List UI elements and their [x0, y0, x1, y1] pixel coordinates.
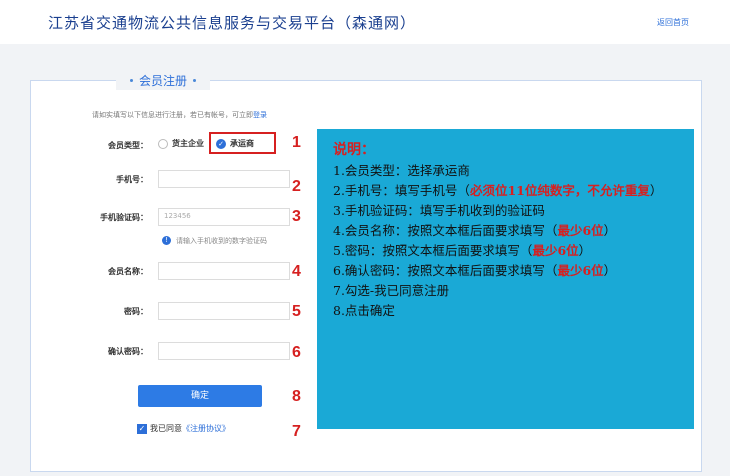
- legend-dot-icon: [130, 78, 133, 82]
- step-marker: 8: [292, 388, 301, 405]
- explanation-box: 说明： 1.会员类型：选择承运商 2.手机号：填写手机号（必须位11位纯数字，不…: [317, 129, 694, 429]
- explain-line: 7.勾选-我已同意注册: [333, 283, 450, 298]
- legend-dot-icon: [193, 78, 197, 82]
- explain-title: 说明：: [333, 142, 375, 158]
- radio-shipper[interactable]: [158, 138, 168, 149]
- explain-line: 2.手机号：填写手机号（必须位11位纯数字，不允许重复）: [333, 183, 663, 198]
- member-name-label: 会员名称：: [108, 267, 148, 276]
- confirm-password-input[interactable]: [158, 342, 290, 360]
- confirm-password-label: 确认密码：: [108, 347, 148, 356]
- password-input[interactable]: [158, 302, 290, 320]
- step-marker: 3: [292, 208, 301, 225]
- password-label: 密码：: [124, 307, 148, 316]
- step-marker: 2: [292, 178, 301, 195]
- step-marker: 5: [292, 303, 301, 320]
- top-bar: 江苏省交通物流公共信息服务与交易平台（森通网） 返回首页: [0, 0, 730, 44]
- step-marker: 7: [292, 423, 301, 440]
- code-label: 手机验证码：: [100, 213, 148, 222]
- explain-line: 5.密码：按照文本框后面要求填写（最少6位）: [333, 243, 592, 258]
- agree-text: 我已同意: [150, 424, 182, 433]
- phone-input[interactable]: [158, 170, 290, 188]
- explain-line: 8.点击确定: [333, 303, 395, 318]
- step-marker: 4: [292, 263, 301, 280]
- member-type-label: 会员类型：: [108, 141, 148, 150]
- site-title: 江苏省交通物流公共信息服务与交易平台（森通网）: [48, 14, 417, 32]
- explain-line: 6.确认密码：按照文本框后面要求填写（最少6位）: [333, 263, 617, 278]
- agree-row: ✓ 我已同意 《注册协议》: [137, 423, 230, 434]
- info-icon: !: [162, 236, 171, 245]
- member-name-input[interactable]: [158, 262, 290, 280]
- phone-label: 手机号：: [116, 175, 148, 184]
- explain-line: 3.手机验证码：填写手机收到的验证码: [333, 203, 545, 218]
- explain-line: 4.会员名称：按照文本框后面要求填写（最少6位）: [333, 223, 617, 238]
- agreement-link[interactable]: 《注册协议》: [182, 423, 230, 434]
- code-hint: 请输入手机收到的数字验证码: [176, 237, 267, 245]
- register-hint: 请如实填写以下信息进行注册，若已有帐号，可立即登录: [92, 110, 267, 120]
- confirm-button[interactable]: 确定: [138, 385, 262, 407]
- legend-title: 会员注册: [139, 73, 188, 88]
- explain-line: 1.会员类型：选择承运商: [333, 163, 470, 178]
- radio-shipper-label[interactable]: 货主企业: [172, 138, 204, 149]
- home-link[interactable]: 返回首页: [657, 17, 689, 28]
- hint-text: 请如实填写以下信息进行注册，若已有帐号，可立即: [92, 111, 253, 119]
- highlight-box: [209, 132, 276, 154]
- panel-legend: 会员注册: [116, 70, 211, 90]
- step-marker: 6: [292, 344, 301, 361]
- code-input[interactable]: 123456: [158, 208, 290, 226]
- login-link[interactable]: 登录: [253, 111, 267, 119]
- agree-checkbox[interactable]: ✓: [137, 423, 147, 434]
- step-marker: 1: [292, 134, 301, 151]
